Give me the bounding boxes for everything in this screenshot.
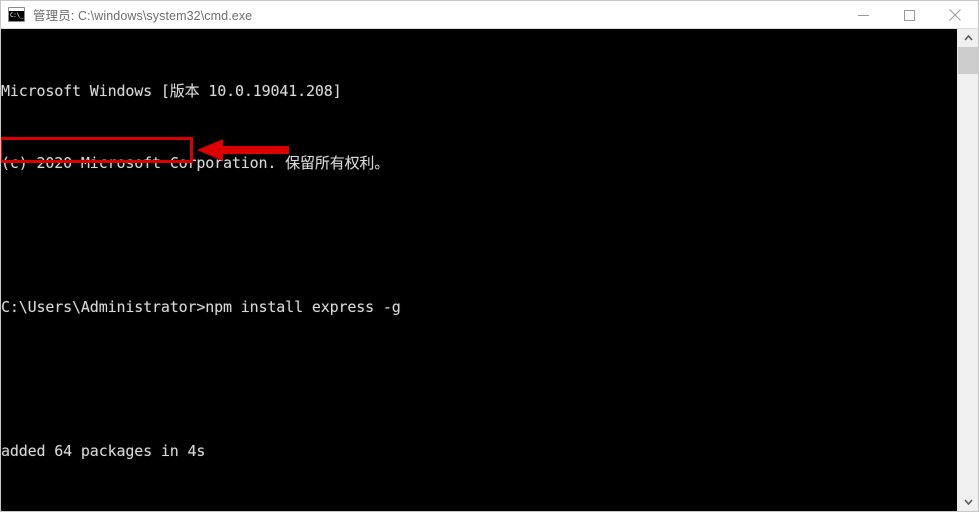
terminal-line: (c) 2020 Microsoft Corporation. 保留所有权利。 bbox=[1, 154, 390, 172]
chevron-down-icon bbox=[963, 499, 973, 505]
title-bar[interactable]: 管理员: C:\windows\system32\cmd.exe bbox=[1, 1, 978, 29]
scrollbar-thumb[interactable] bbox=[958, 47, 978, 74]
window-controls bbox=[840, 1, 978, 29]
window-title: 管理员: C:\windows\system32\cmd.exe bbox=[33, 9, 253, 23]
close-icon bbox=[949, 9, 961, 21]
scrollbar-track[interactable] bbox=[958, 74, 978, 493]
scroll-up-button[interactable] bbox=[958, 29, 978, 47]
vertical-scrollbar[interactable] bbox=[957, 29, 978, 511]
cmd-window: 管理员: C:\windows\system32\cmd.exe bbox=[0, 0, 979, 512]
scroll-down-button[interactable] bbox=[958, 493, 978, 511]
chevron-up-icon bbox=[963, 35, 973, 41]
close-button[interactable] bbox=[932, 1, 978, 29]
maximize-icon bbox=[903, 9, 915, 21]
terminal-text: Microsoft Windows [版本 10.0.19041.208] (c… bbox=[1, 31, 957, 511]
minimize-icon bbox=[857, 14, 869, 16]
terminal-line-command: C:\Users\Administrator>npm install expre… bbox=[1, 298, 401, 316]
site-watermark: znwx.cn bbox=[870, 506, 938, 511]
cmd-console-icon bbox=[8, 7, 25, 22]
maximize-button[interactable] bbox=[886, 1, 932, 29]
console-output-area[interactable]: Microsoft Windows [版本 10.0.19041.208] (c… bbox=[1, 29, 957, 511]
terminal-line: Microsoft Windows [版本 10.0.19041.208] bbox=[1, 82, 342, 100]
terminal-line-result: added 64 packages in 4s bbox=[1, 442, 206, 460]
minimize-button[interactable] bbox=[840, 1, 886, 29]
